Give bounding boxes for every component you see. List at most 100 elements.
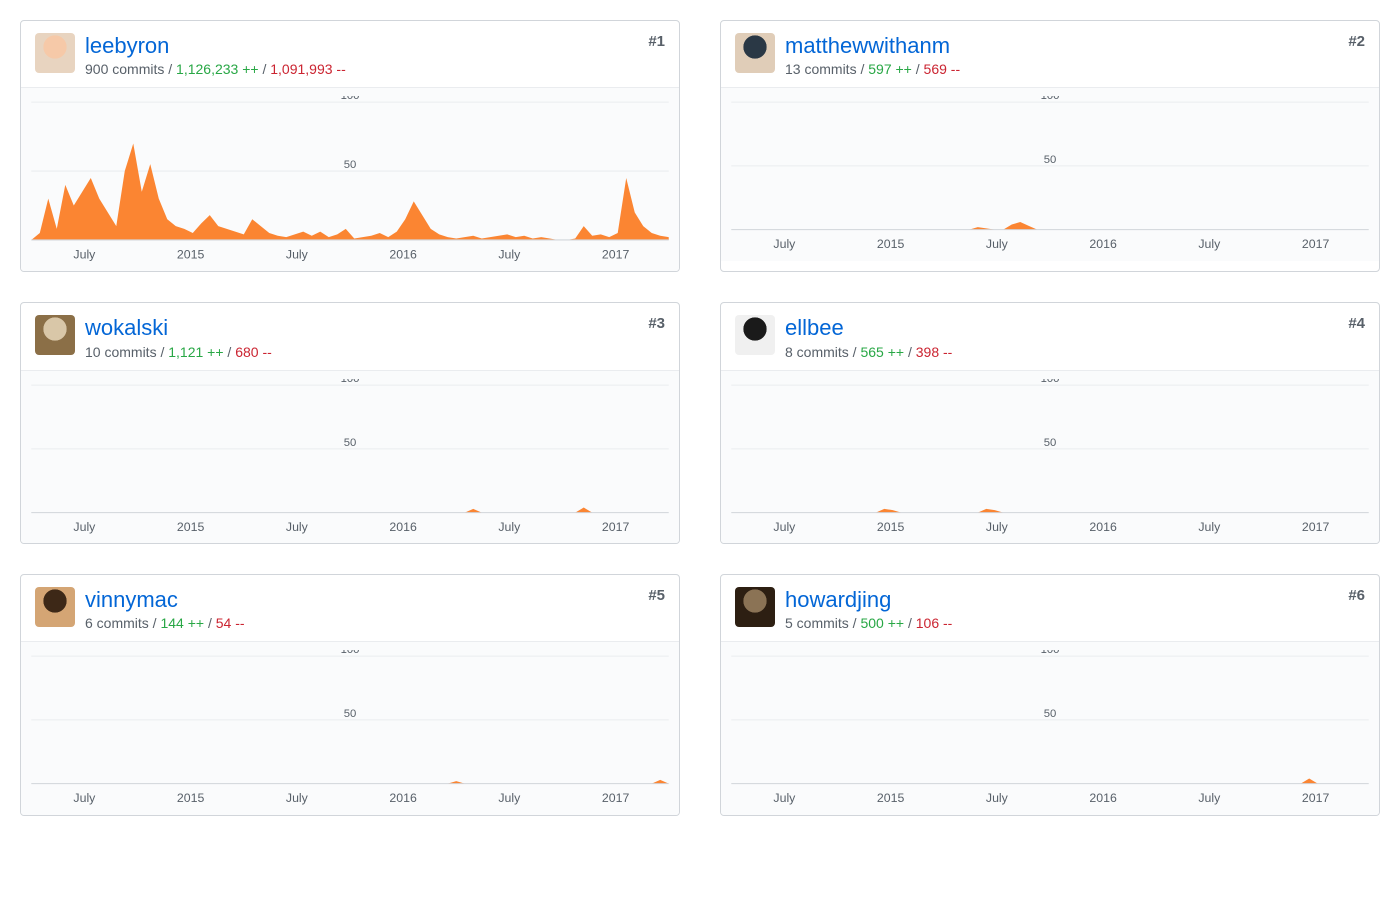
svg-text:July: July	[498, 248, 521, 262]
svg-text:July: July	[286, 248, 309, 262]
svg-text:July: July	[1198, 792, 1221, 806]
commit-stats: 10 commits / 1,121 ++ / 680 --	[85, 344, 648, 360]
svg-text:2015: 2015	[877, 238, 905, 252]
commit-count: 900 commits	[85, 61, 164, 77]
additions: 500 ++	[860, 615, 904, 631]
svg-text:July: July	[773, 238, 796, 252]
svg-text:July: July	[73, 520, 96, 534]
svg-text:50: 50	[1044, 436, 1057, 448]
commit-count: 10 commits	[85, 344, 157, 360]
avatar[interactable]	[735, 33, 775, 73]
svg-text:50: 50	[1044, 154, 1057, 166]
svg-text:2015: 2015	[177, 520, 205, 534]
svg-text:50: 50	[344, 708, 357, 720]
additions: 597 ++	[868, 61, 912, 77]
separator: /	[904, 344, 916, 360]
chart-area: 50100July2015July2016July2017	[21, 87, 679, 271]
additions: 1,126,233 ++	[176, 61, 259, 77]
card-header: vinnymac6 commits / 144 ++ / 54 --#5	[21, 575, 679, 641]
svg-text:100: 100	[341, 379, 360, 385]
separator: /	[204, 615, 216, 631]
separator: /	[224, 344, 236, 360]
svg-text:2017: 2017	[1302, 238, 1330, 252]
username-link[interactable]: howardjing	[785, 587, 891, 612]
chart-area: 50100July2015July2016July2017	[721, 641, 1379, 815]
additions: 1,121 ++	[168, 344, 223, 360]
card-header: matthewwithanm 13 commits / 597 ++ / 569 …	[721, 21, 1379, 87]
username-link[interactable]: matthewwithanm	[785, 33, 950, 58]
svg-text:2016: 2016	[1089, 520, 1117, 534]
commit-chart: 50100July2015July2016July2017	[21, 650, 679, 815]
svg-text:100: 100	[1041, 650, 1060, 656]
card-header: ellbee8 commits / 565 ++ / 398 --#4	[721, 303, 1379, 369]
contributor-card: wokalski 10 commits / 1,121 ++ / 680 --#3…	[20, 302, 680, 544]
svg-text:July: July	[986, 238, 1009, 252]
svg-text:100: 100	[1041, 96, 1060, 102]
username-link[interactable]: vinnymac	[85, 587, 178, 612]
commit-chart: 50100July2015July2016July2017	[21, 379, 679, 544]
card-header: howardjing5 commits / 500 ++ / 106 --#6	[721, 575, 1379, 641]
svg-text:100: 100	[341, 650, 360, 656]
commit-chart: 50100July2015July2016July2017	[21, 96, 679, 271]
contributor-card: vinnymac6 commits / 144 ++ / 54 --#55010…	[20, 574, 680, 816]
commit-count: 6 commits	[85, 615, 149, 631]
svg-text:July: July	[286, 520, 309, 534]
svg-text:2016: 2016	[389, 248, 417, 262]
svg-text:50: 50	[344, 436, 357, 448]
separator: /	[849, 615, 861, 631]
deletions: 569 --	[924, 61, 961, 77]
separator: /	[857, 61, 869, 77]
username-link[interactable]: leebyron	[85, 33, 169, 58]
additions: 144 ++	[160, 615, 204, 631]
separator: /	[849, 344, 861, 360]
contributor-card: howardjing5 commits / 500 ++ / 106 --#65…	[720, 574, 1380, 816]
svg-text:July: July	[498, 792, 521, 806]
separator: /	[912, 61, 924, 77]
additions: 565 ++	[860, 344, 904, 360]
contributor-card: ellbee8 commits / 565 ++ / 398 --#450100…	[720, 302, 1380, 544]
svg-text:100: 100	[1041, 379, 1060, 385]
rank: #1	[648, 33, 665, 50]
deletions: 1,091,993 --	[270, 61, 346, 77]
commit-count: 5 commits	[785, 615, 849, 631]
svg-text:July: July	[1198, 238, 1221, 252]
avatar[interactable]	[35, 315, 75, 355]
svg-text:2015: 2015	[177, 248, 205, 262]
svg-text:July: July	[986, 520, 1009, 534]
commit-stats: 8 commits / 565 ++ / 398 --	[785, 344, 1348, 360]
svg-text:2016: 2016	[389, 792, 417, 806]
svg-text:2017: 2017	[602, 792, 630, 806]
svg-text:July: July	[773, 792, 796, 806]
avatar[interactable]	[735, 315, 775, 355]
username-link[interactable]: ellbee	[785, 315, 844, 340]
commit-chart: 50100July2015July2016July2017	[721, 650, 1379, 815]
svg-text:2016: 2016	[389, 520, 417, 534]
deletions: 106 --	[916, 615, 953, 631]
svg-text:2017: 2017	[602, 520, 630, 534]
svg-text:100: 100	[341, 96, 360, 102]
commit-count: 13 commits	[785, 61, 857, 77]
avatar[interactable]	[35, 33, 75, 73]
deletions: 398 --	[916, 344, 953, 360]
rank: #4	[1348, 315, 1365, 332]
avatar[interactable]	[735, 587, 775, 627]
svg-text:2015: 2015	[177, 792, 205, 806]
username-link[interactable]: wokalski	[85, 315, 168, 340]
svg-text:July: July	[1198, 520, 1221, 534]
svg-text:50: 50	[344, 159, 357, 171]
svg-text:July: July	[73, 248, 96, 262]
commit-stats: 13 commits / 597 ++ / 569 --	[785, 61, 1348, 77]
chart-area: 50100July2015July2016July2017	[21, 370, 679, 544]
rank: #3	[648, 315, 665, 332]
svg-text:2015: 2015	[877, 792, 905, 806]
rank: #2	[1348, 33, 1365, 50]
svg-text:2017: 2017	[1302, 520, 1330, 534]
svg-text:July: July	[286, 792, 309, 806]
chart-area: 50100July2015July2016July2017	[721, 370, 1379, 544]
rank: #6	[1348, 587, 1365, 604]
svg-text:2015: 2015	[877, 520, 905, 534]
avatar[interactable]	[35, 587, 75, 627]
commit-count: 8 commits	[785, 344, 849, 360]
deletions: 54 --	[216, 615, 245, 631]
contributor-card: leebyron900 commits / 1,126,233 ++ / 1,0…	[20, 20, 680, 272]
